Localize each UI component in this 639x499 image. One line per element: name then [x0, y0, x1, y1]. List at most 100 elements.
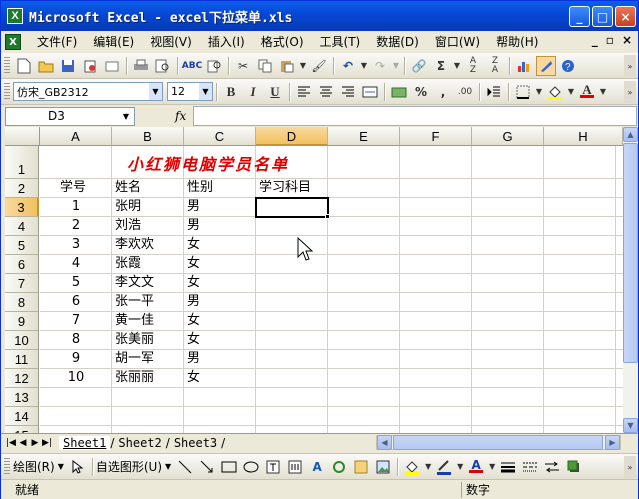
indent-icon[interactable]: [484, 82, 504, 102]
cell-student-sex[interactable]: 男: [184, 350, 256, 368]
close-button[interactable]: ×: [615, 6, 636, 27]
fill-color-icon[interactable]: [545, 82, 565, 102]
column-header-c[interactable]: C: [184, 127, 256, 146]
last-sheet-icon[interactable]: ▶|: [41, 438, 53, 448]
cell-student-name[interactable]: 张明: [112, 198, 184, 216]
autosum-dropdown-icon[interactable]: ▼: [453, 56, 461, 76]
menu-file[interactable]: 文件(F): [29, 32, 85, 52]
horizontal-scrollbar[interactable]: ◀ ▶: [376, 435, 621, 450]
borders-icon[interactable]: [513, 82, 533, 102]
drawing-toggle-icon[interactable]: [536, 55, 556, 76]
column-header-a[interactable]: A: [40, 127, 112, 146]
fill-color-dropdown-icon[interactable]: ▼: [424, 457, 432, 477]
sort-descending-icon[interactable]: ZA: [485, 56, 505, 76]
diagram-icon[interactable]: [329, 457, 349, 477]
toolbar-options-icon[interactable]: »: [624, 81, 636, 103]
line-color-dropdown-icon[interactable]: ▼: [456, 457, 464, 477]
row-header[interactable]: 5: [5, 236, 39, 255]
doc-restore-button[interactable]: ▫: [606, 33, 614, 47]
row-header[interactable]: 11: [5, 350, 39, 369]
font-name-select[interactable]: 仿宋_GB2312 ▼: [13, 82, 163, 101]
cell-student-sex[interactable]: 男: [184, 198, 256, 216]
cell-student-sex[interactable]: 男: [184, 217, 256, 235]
column-header-g[interactable]: G: [472, 127, 544, 146]
row-header[interactable]: 6: [5, 255, 39, 274]
draw-menu-button[interactable]: 绘图(R): [13, 458, 55, 475]
oval-icon[interactable]: [241, 457, 261, 477]
line-style-icon[interactable]: [498, 457, 518, 477]
scroll-down-icon[interactable]: ▼: [623, 418, 638, 433]
fill-handle[interactable]: [325, 214, 330, 219]
header-cell-subject[interactable]: 学习科目: [256, 179, 311, 197]
font-color-dropdown-icon[interactable]: ▼: [488, 457, 496, 477]
column-header-h[interactable]: H: [544, 127, 623, 146]
arrow-style-icon[interactable]: [542, 457, 562, 477]
cell-student-name[interactable]: 李文文: [112, 274, 184, 292]
print-icon[interactable]: [131, 56, 151, 76]
cell-student-name[interactable]: 刘浩: [112, 217, 184, 235]
vertical-scrollbar[interactable]: ▲ ▼: [623, 127, 638, 433]
menu-help[interactable]: 帮助(H): [488, 32, 546, 52]
doc-minimize-button[interactable]: _: [592, 33, 598, 47]
menu-insert[interactable]: 插入(I): [200, 32, 253, 52]
chevron-down-icon[interactable]: ▼: [58, 462, 64, 471]
research-icon[interactable]: [204, 56, 224, 76]
picture-icon[interactable]: [373, 457, 393, 477]
increase-decimal-button[interactable]: .00: [455, 82, 475, 102]
shadow-style-icon[interactable]: [564, 457, 584, 477]
menu-data[interactable]: 数据(D): [368, 32, 427, 52]
drawing-font-color-icon[interactable]: A: [466, 457, 486, 477]
bold-button[interactable]: B: [221, 82, 241, 102]
row-header[interactable]: 12: [5, 369, 39, 388]
spelling-icon[interactable]: ABC: [182, 56, 202, 76]
row-header[interactable]: 7: [5, 274, 39, 293]
row-header[interactable]: 13: [5, 388, 39, 407]
cell-student-name[interactable]: 黄一佳: [112, 312, 184, 330]
line-color-icon[interactable]: [434, 457, 454, 477]
cell-student-id[interactable]: 8: [40, 331, 112, 349]
print-preview-icon[interactable]: [153, 56, 173, 76]
help-icon[interactable]: ?: [558, 56, 578, 76]
chart-wizard-icon[interactable]: [514, 56, 534, 76]
font-color-dropdown-icon[interactable]: ▼: [599, 82, 607, 102]
autosum-icon[interactable]: Σ: [431, 56, 451, 76]
cell-student-sex[interactable]: 女: [184, 331, 256, 349]
cell-student-name[interactable]: 张丽丽: [112, 369, 184, 387]
select-all-corner[interactable]: [5, 127, 40, 146]
row-header[interactable]: 1: [5, 146, 39, 179]
worksheet-grid[interactable]: A B C D E F G H 1 2 3 4 5 6 7 8 9 10 11 …: [5, 127, 623, 433]
chevron-down-icon[interactable]: ▼: [149, 83, 162, 100]
chevron-down-icon[interactable]: ▼: [199, 83, 212, 100]
vertical-scroll-thumb[interactable]: [623, 143, 638, 363]
toolbar-grip[interactable]: [4, 82, 10, 101]
select-objects-icon[interactable]: [68, 457, 88, 477]
scroll-left-icon[interactable]: ◀: [377, 435, 392, 450]
sheet-tab-sheet2[interactable]: Sheet2: [114, 436, 165, 450]
cell-student-name[interactable]: 李欢欢: [112, 236, 184, 254]
percent-button[interactable]: %: [411, 82, 431, 102]
merge-center-icon[interactable]: [360, 82, 380, 102]
hyperlink-icon[interactable]: 🔗: [409, 56, 429, 76]
sort-ascending-icon[interactable]: AZ: [463, 56, 483, 76]
align-right-icon[interactable]: [338, 82, 358, 102]
cell-student-id[interactable]: 4: [40, 255, 112, 273]
paste-dropdown-icon[interactable]: ▼: [299, 56, 307, 76]
toolbar-options-icon[interactable]: »: [624, 456, 636, 478]
minimize-button[interactable]: _: [569, 6, 590, 27]
cell-student-name[interactable]: 张一平: [112, 293, 184, 311]
row-header[interactable]: 4: [5, 217, 39, 236]
rectangle-icon[interactable]: [219, 457, 239, 477]
row-header[interactable]: 3: [5, 198, 39, 217]
name-box[interactable]: D3 ▼: [5, 106, 135, 126]
format-painter-icon[interactable]: 🖌: [309, 56, 329, 76]
italic-button[interactable]: I: [243, 82, 263, 102]
cell-student-id[interactable]: 2: [40, 217, 112, 235]
cell-student-sex[interactable]: 女: [184, 312, 256, 330]
cell-student-id[interactable]: 1: [40, 198, 112, 216]
row-header[interactable]: 10: [5, 331, 39, 350]
drawing-fill-color-icon[interactable]: [402, 457, 422, 477]
dash-style-icon[interactable]: [520, 457, 540, 477]
cell-student-sex[interactable]: 男: [184, 293, 256, 311]
chevron-down-icon[interactable]: ▼: [118, 108, 134, 125]
toolbar-grip[interactable]: [4, 457, 10, 476]
